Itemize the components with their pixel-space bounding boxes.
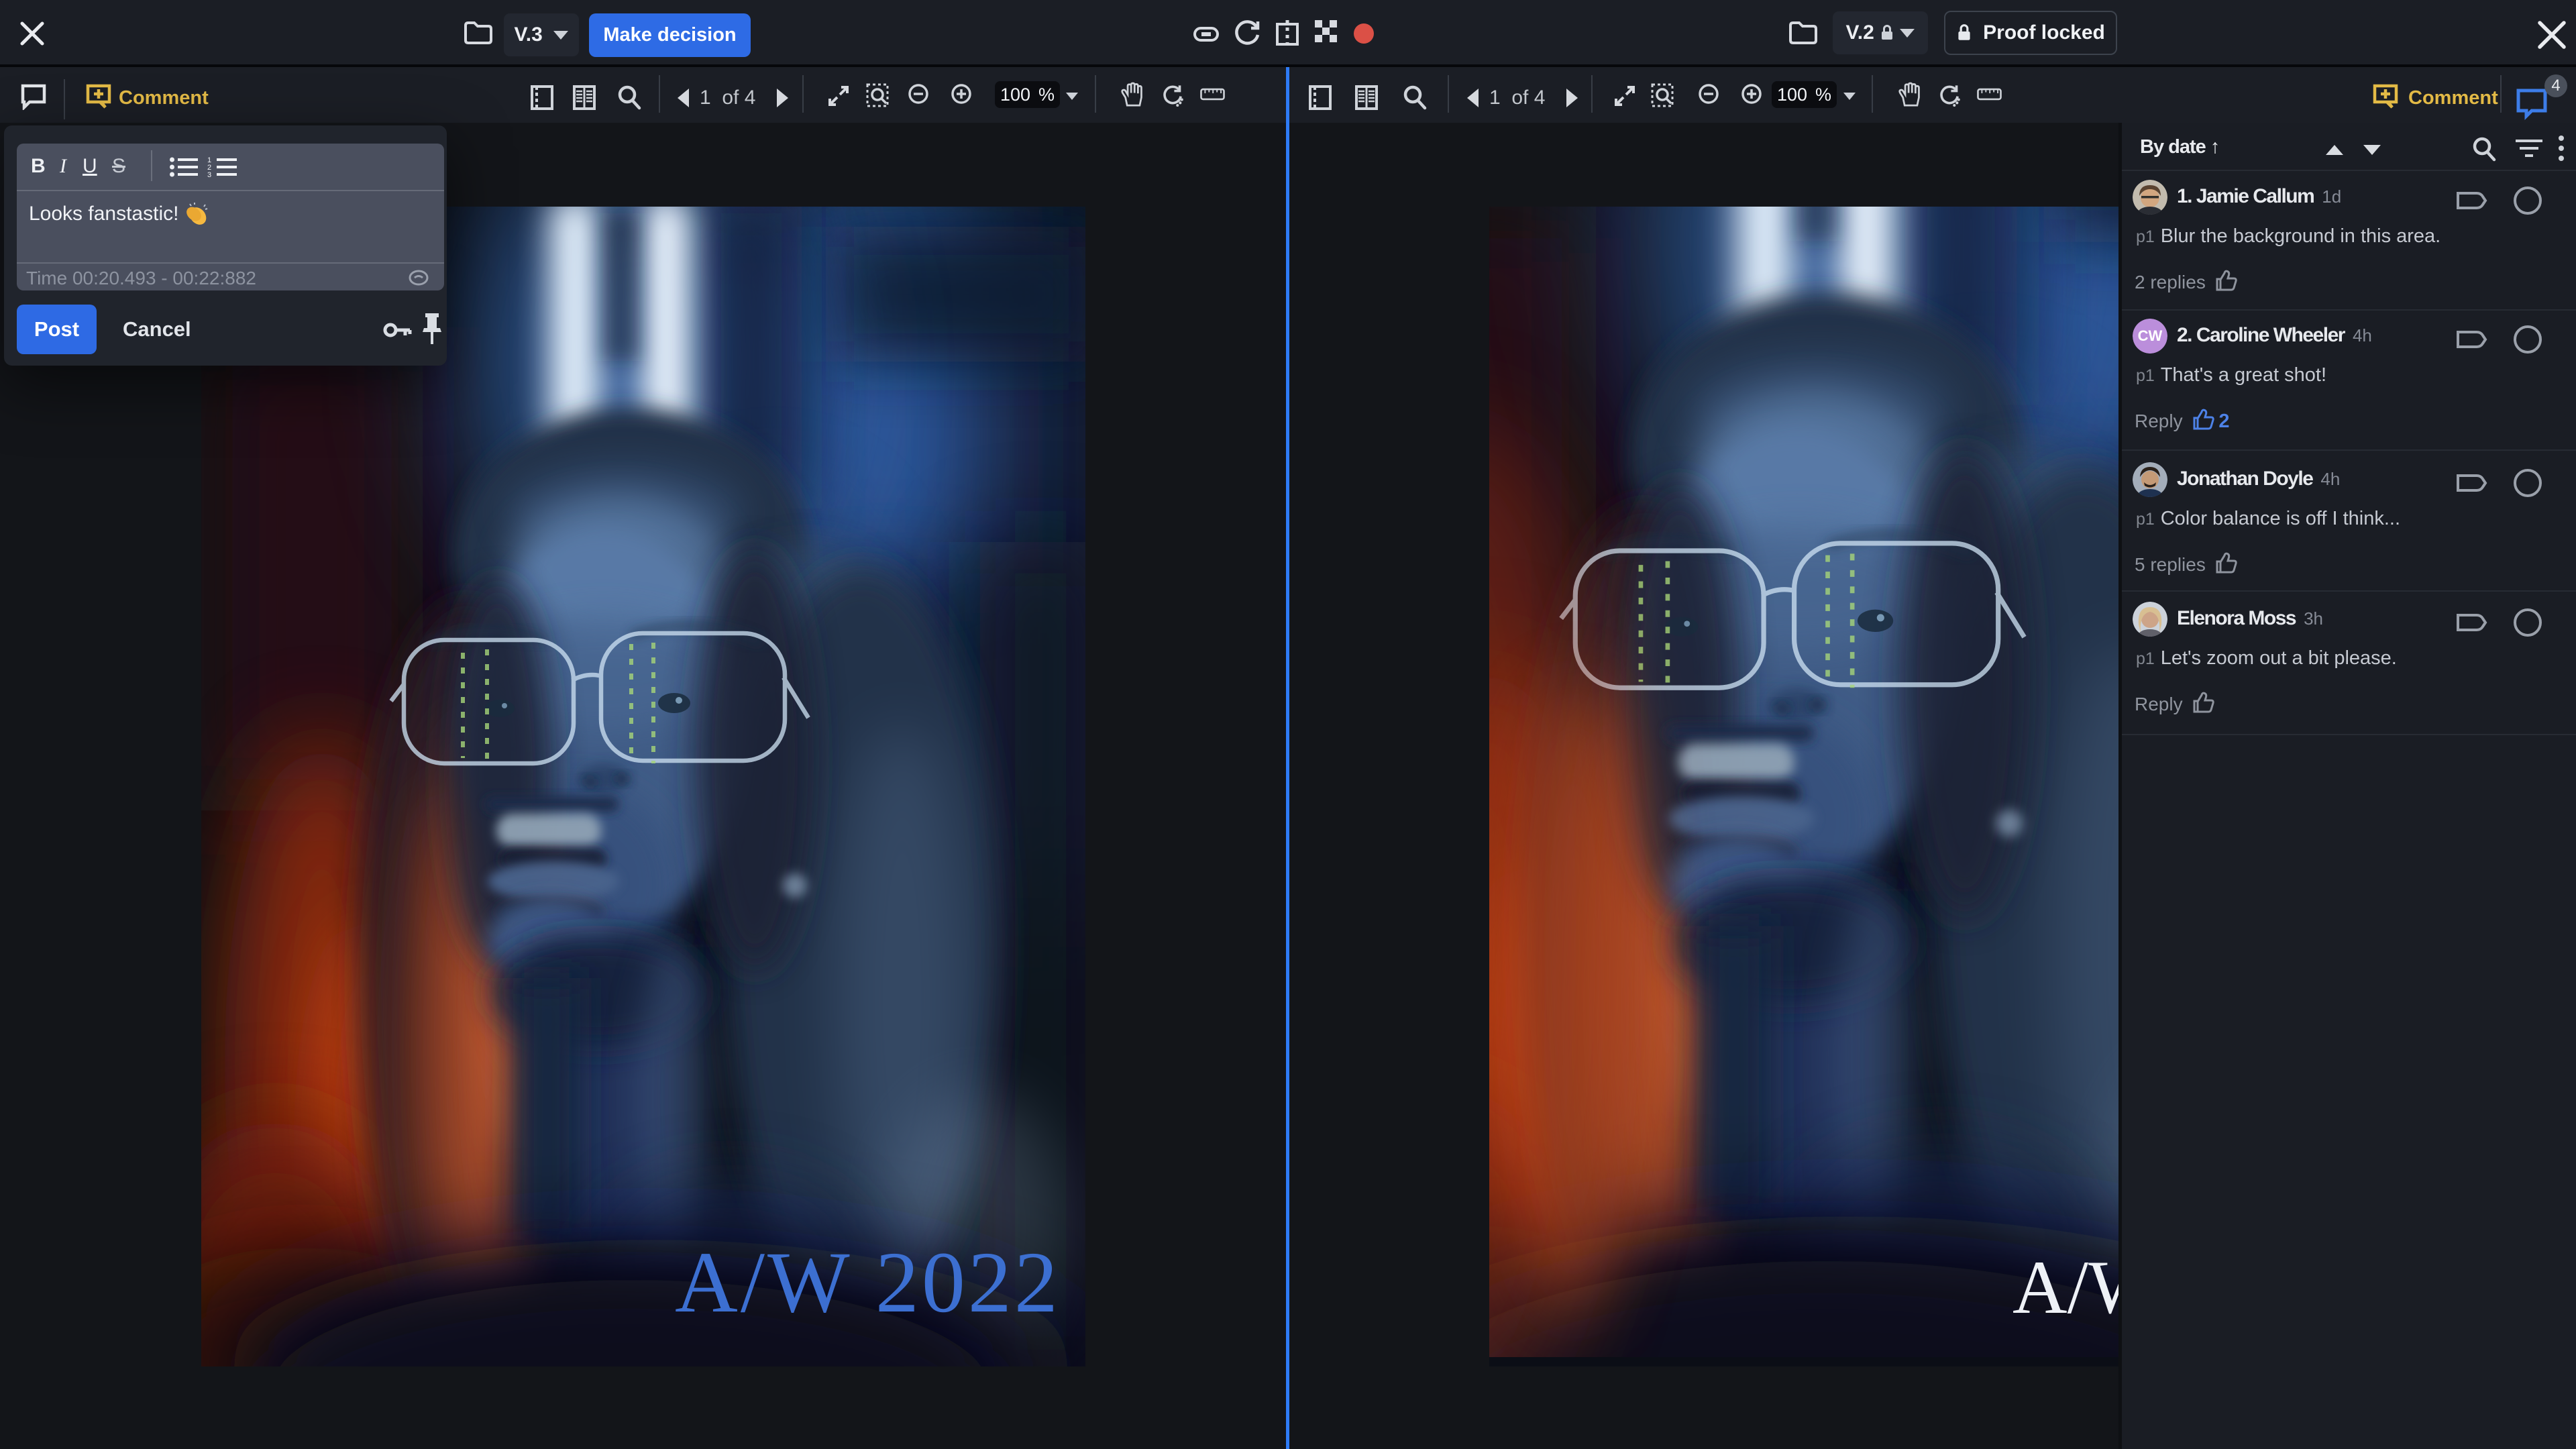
svg-text:3: 3 — [207, 171, 211, 178]
